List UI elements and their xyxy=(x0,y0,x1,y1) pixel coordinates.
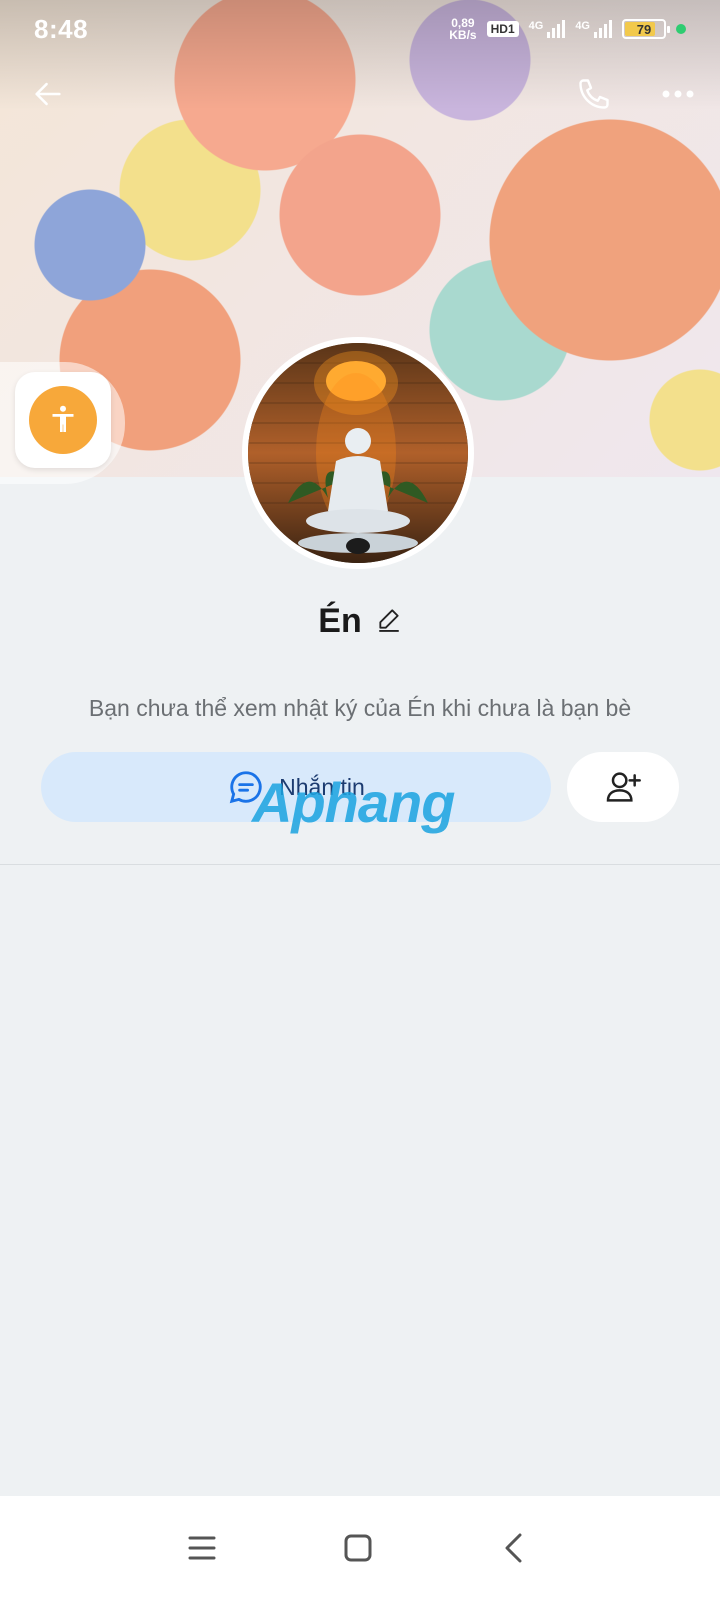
diary-locked-notice: Bạn chưa thể xem nhật ký của Én khi chưa… xyxy=(88,695,632,721)
status-icons: 0,89 KB/s HD1 4G 4G 79 xyxy=(449,17,686,41)
recent-apps-button[interactable] xyxy=(172,1518,232,1578)
system-back-button[interactable] xyxy=(484,1518,544,1578)
status-time: 8:48 xyxy=(34,13,89,44)
avatar[interactable] xyxy=(242,337,474,569)
profile-name-row: Én xyxy=(0,602,720,641)
accessibility-shortcut-button[interactable] xyxy=(15,372,111,468)
profile-name: Én xyxy=(318,602,362,640)
arrow-left-icon xyxy=(35,82,61,106)
more-horizontal-icon xyxy=(662,90,694,98)
status-bar: 8:48 0,89 KB/s HD1 4G 4G 79 xyxy=(0,0,720,58)
watermark-logo: Aphang xyxy=(252,770,455,835)
net-speed: 0,89 KB/s xyxy=(449,17,476,41)
more-options-button[interactable] xyxy=(654,70,702,118)
signal-icon: 4G xyxy=(575,20,612,38)
add-friend-button[interactable] xyxy=(567,752,679,822)
divider xyxy=(0,864,720,865)
home-button[interactable] xyxy=(328,1518,388,1578)
signal-label: 4G xyxy=(575,20,590,32)
phone-icon xyxy=(579,79,609,109)
add-user-icon xyxy=(606,772,641,802)
net-speed-unit: KB/s xyxy=(449,28,477,42)
square-icon xyxy=(344,1534,372,1562)
watermark-text: Aphang xyxy=(252,771,455,834)
signal-label: 4G xyxy=(528,20,544,32)
pencil-icon xyxy=(378,609,399,632)
back-button[interactable] xyxy=(24,70,72,118)
menu-lines-icon xyxy=(188,1536,216,1560)
battery-icon: 79 xyxy=(622,19,670,39)
system-nav-bar xyxy=(0,1496,720,1600)
privacy-indicator-icon xyxy=(676,24,686,34)
edit-name-button[interactable] xyxy=(376,606,402,637)
hd-badge: HD1 xyxy=(486,21,519,37)
accessibility-icon xyxy=(29,386,97,454)
signal-icon: 4G xyxy=(529,20,566,38)
chevron-left-icon xyxy=(505,1533,522,1563)
buddha-statue-image xyxy=(248,343,468,563)
battery-level: 79 xyxy=(636,21,652,37)
call-button[interactable] xyxy=(570,70,618,118)
